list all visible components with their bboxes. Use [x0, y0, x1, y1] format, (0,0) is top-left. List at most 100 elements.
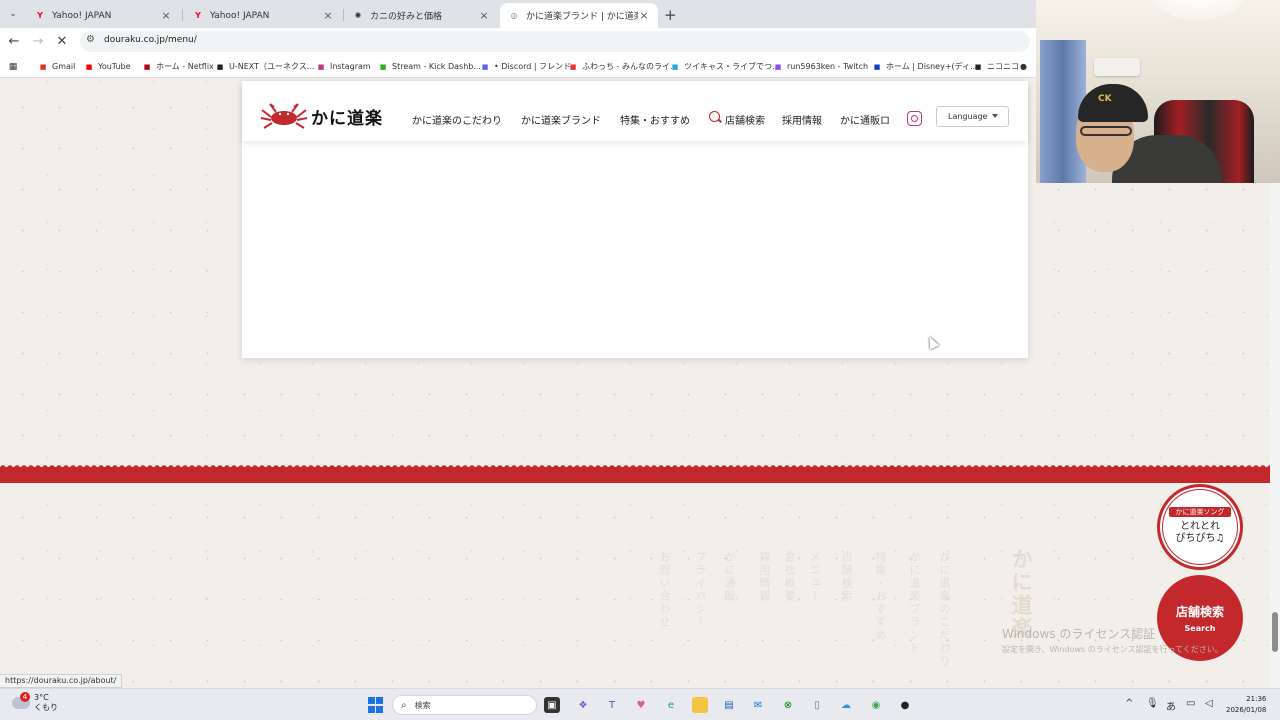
windows-taskbar: 4 3°C くもり ⌕ 検索 ▣ ❖ T ♥ e ▤ ✉ ⊗ ▯ ☁ ◉ ● ^…	[0, 688, 1280, 720]
apps-icon[interactable]: ▦	[8, 60, 22, 73]
file-explorer-icon[interactable]	[692, 697, 708, 713]
nav-kodawari[interactable]: かに道楽のこだわり	[412, 112, 502, 127]
discord-icon: ■	[481, 62, 489, 71]
task-view-icon[interactable]: ▣	[544, 697, 560, 713]
kani-song-button[interactable]: かに道楽ソング とれとれ ぴちぴち♫	[1157, 484, 1243, 570]
omnibox[interactable]: ⚙ douraku.co.jp/menu/	[80, 31, 1030, 52]
cloud-app-icon[interactable]: ☁	[838, 697, 854, 713]
site-logo[interactable]: かに道楽	[260, 101, 383, 131]
footer-link[interactable]: 店舗検索	[838, 551, 854, 603]
fuwacchi-icon: ■	[569, 62, 577, 71]
bookmark-instagram[interactable]: ■ Instagram	[316, 60, 371, 73]
weather-widget[interactable]: 4 3°C くもり	[12, 692, 58, 713]
bookmark-label: U-NEXT（ユーネクス...	[229, 62, 315, 71]
language-label: Language	[948, 112, 988, 121]
bookmark-label: run5963ken - Twitch	[787, 62, 869, 71]
bookmark-twitcasting[interactable]: ■ ツイキャス・ライブでつ...	[670, 60, 780, 73]
red-divider-band	[0, 464, 1270, 483]
clock[interactable]: 21:36 2026/01/08	[1226, 694, 1266, 716]
chatgpt-icon: ✺	[354, 11, 362, 20]
taskbar-search[interactable]: ⌕ 検索	[392, 695, 537, 715]
footer-link[interactable]: 特集・おすすめ	[872, 551, 888, 642]
footer-link[interactable]: かに道楽のこだわり	[936, 551, 952, 668]
yahoo-icon: Y	[37, 11, 43, 20]
footer-link[interactable]: かに道楽ブランド	[906, 551, 922, 655]
lips-app-icon[interactable]: ♥	[633, 697, 649, 713]
xbox-icon[interactable]: ⊗	[780, 697, 796, 713]
weather-temp: 3°C	[34, 693, 49, 702]
site-info-icon[interactable]: ⚙	[86, 34, 95, 45]
bookmark-label: Stream - Kick Dashb...	[392, 62, 481, 71]
footer-link[interactable]: プライバシー	[692, 551, 708, 629]
bookmark-fuwacchi[interactable]: ■ ふわっち - みんなのライ...	[568, 60, 678, 73]
cloud-icon: 4	[12, 692, 30, 709]
site-icon: ◎	[510, 11, 518, 20]
notepad-icon[interactable]: ▯	[809, 697, 825, 713]
ime-icon[interactable]: あ	[1166, 698, 1176, 713]
footer-link[interactable]: かに通販	[721, 551, 737, 603]
obs-icon[interactable]: ●	[897, 697, 913, 713]
bookmarks-bar: ▦ ■ Gmail ■ YouTube ■ ホーム - Netflix ■ U-NEXT（ユー…	[0, 55, 1036, 78]
ceiling-light	[1154, 0, 1244, 20]
kick-icon: ■	[379, 62, 387, 71]
weather-desc: くもり	[34, 703, 58, 712]
bookmark-youtube[interactable]: ■ YouTube	[84, 60, 131, 73]
bookmark-niconico[interactable]: ■ ニコニコ	[973, 60, 1019, 73]
nav-online-shop[interactable]: かに通販ロ	[840, 112, 890, 127]
tab-yahoo-1[interactable]: Y Yahoo! JAPAN ×	[26, 3, 180, 28]
copilot-icon[interactable]: ❖	[575, 697, 591, 713]
tab-search-button[interactable]: ⌄	[4, 5, 22, 23]
unext-icon: ■	[216, 62, 224, 71]
windows-activation-watermark: Windows のライセンス認証 設定を開き、Windows のライセンス認証を…	[1002, 625, 1223, 655]
bookmark-netflix[interactable]: ■ ホーム - Netflix	[142, 60, 214, 73]
bookmarks-overflow-icon[interactable]: ●	[1020, 60, 1027, 73]
address-bar-row: ← → ✕ ⚙ douraku.co.jp/menu/	[0, 28, 1036, 55]
close-tab-icon[interactable]: ×	[478, 9, 490, 22]
bookmark-gmail[interactable]: ■ Gmail	[38, 60, 76, 73]
bookmark-unext[interactable]: ■ U-NEXT（ユーネクス...	[215, 60, 315, 73]
forward-button[interactable]: →	[29, 33, 47, 51]
start-button[interactable]	[367, 697, 383, 713]
close-tab-icon[interactable]: ×	[160, 9, 172, 22]
tab-kanidouraku-brand[interactable]: ◎ かに道楽ブランド | かに道楽 | かに道 ×	[500, 3, 658, 28]
back-button[interactable]: ←	[5, 33, 23, 51]
stop-loading-button[interactable]: ✕	[53, 33, 71, 51]
footer-link[interactable]: メニュー	[806, 551, 822, 603]
footer-link[interactable]: 採用情報	[756, 551, 772, 603]
nav-recruit[interactable]: 採用情報	[782, 112, 822, 127]
chrome-icon[interactable]: ◉	[868, 697, 884, 713]
bookmark-twitch[interactable]: ■ run5963ken - Twitch	[773, 60, 868, 73]
nav-brand[interactable]: かに道楽ブランド	[521, 112, 601, 127]
close-tab-icon[interactable]: ×	[638, 9, 650, 22]
volume-icon[interactable]: ◁	[1205, 698, 1213, 709]
nav-store-search[interactable]: 店舗検索	[725, 112, 765, 127]
bookmark-disney[interactable]: ■ ホーム | Disney+(ディ...	[872, 60, 978, 73]
scrollbar-thumb[interactable]	[1272, 612, 1278, 652]
chevron-up-icon[interactable]: ^	[1125, 698, 1133, 709]
person-glasses	[1080, 126, 1132, 136]
microphone-icon[interactable]: 🎙	[1146, 698, 1159, 709]
search-icon	[709, 111, 720, 122]
close-tab-icon[interactable]: ×	[322, 9, 334, 22]
teams-icon[interactable]: T	[604, 697, 620, 713]
tab-yahoo-2[interactable]: Y Yahoo! JAPAN ×	[184, 3, 342, 28]
tab-kani-price[interactable]: ✺ カニの好みと価格 ×	[344, 3, 498, 28]
bookmark-discord[interactable]: ■ • Discord | フレンド	[480, 60, 571, 73]
bookmark-kick[interactable]: ■ Stream - Kick Dashb...	[378, 60, 481, 73]
language-select[interactable]: Language	[936, 106, 1009, 127]
outlook-icon[interactable]: ✉	[750, 697, 766, 713]
instagram-icon[interactable]	[907, 111, 922, 126]
twitch-icon: ■	[774, 62, 782, 71]
nav-feature[interactable]: 特集・おすすめ	[620, 112, 690, 127]
niconico-icon: ■	[974, 62, 982, 71]
yahoo-icon: Y	[195, 11, 201, 20]
footer-link[interactable]: 会社概要	[781, 551, 797, 603]
footer-link[interactable]: お問い合わせ	[656, 551, 672, 629]
new-tab-button[interactable]: +	[664, 6, 677, 24]
store-icon[interactable]: ▤	[721, 697, 737, 713]
chevron-down-icon	[992, 114, 998, 118]
netflix-icon: ■	[143, 62, 151, 71]
network-icon[interactable]: ▭	[1186, 698, 1195, 709]
person-cap	[1078, 84, 1148, 122]
edge-icon[interactable]: e	[663, 697, 679, 713]
